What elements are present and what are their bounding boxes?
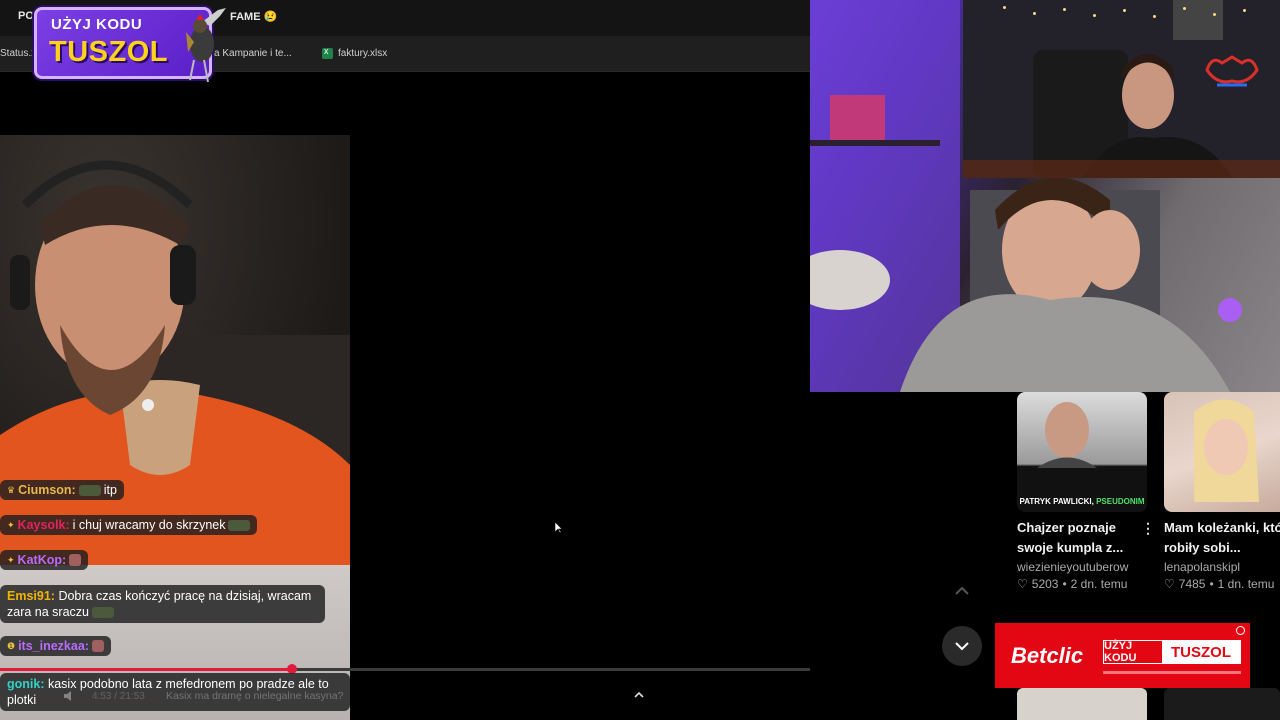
recommendation-card[interactable]: PATRYK PAWLICKI, PSEUDONIM Chajzer pozna… bbox=[1017, 392, 1155, 591]
betclic-logo: Betclic bbox=[1011, 643, 1084, 668]
promo-code: TUSZOL bbox=[49, 36, 168, 68]
channel-name[interactable]: wiezienieyoutuberow bbox=[1017, 560, 1128, 574]
video-age: 1 dn. temu bbox=[1217, 577, 1275, 591]
webcam-left bbox=[0, 135, 350, 720]
chat-text: i chuj wracamy do skrzynek bbox=[72, 518, 226, 532]
chat-username[interactable]: Ciumson: bbox=[18, 483, 76, 497]
emote-icon bbox=[228, 519, 251, 531]
video-thumbnail[interactable]: PATRYK PAWLICKI, PSEUDONIM bbox=[1017, 392, 1147, 512]
bookmark-faktury[interactable]: faktury.xlsx bbox=[322, 46, 387, 59]
ad-fine-print bbox=[1103, 671, 1241, 674]
recommendation-card[interactable]: Mam koleżanki, które robiły sobi... lena… bbox=[1164, 392, 1280, 591]
ad-code-label: UŻYJ KODU bbox=[1104, 640, 1137, 664]
thumbnail-caption: PATRYK PAWLICKI, PSEUDONIM bbox=[1019, 497, 1145, 506]
chevron-up-icon bbox=[955, 586, 969, 595]
chat-username[interactable]: gonik: bbox=[7, 677, 45, 691]
ad-close-icon[interactable] bbox=[1236, 626, 1245, 635]
emote-icon bbox=[92, 607, 115, 619]
video-caption: Kasix ma dramę o nielegalne kasyna? bbox=[160, 688, 350, 704]
channel-name[interactable]: lenapolanskipl bbox=[1164, 560, 1240, 574]
next-thumbnails bbox=[1017, 688, 1280, 720]
video-title[interactable]: Mam koleżanki, które robiły sobi... bbox=[1164, 518, 1280, 558]
emote-icon bbox=[78, 484, 101, 496]
thumbnail-figure bbox=[1037, 402, 1097, 468]
betclic-ad[interactable]: Betclic UŻYJ KODU TUSZOL bbox=[995, 623, 1250, 688]
emote-icon bbox=[69, 554, 82, 566]
thumbnail-figure bbox=[1194, 399, 1259, 502]
emote-icon bbox=[91, 640, 104, 652]
view-count: 5203 bbox=[1031, 577, 1059, 591]
chat-username[interactable]: KatKop: bbox=[18, 553, 67, 567]
more-options-icon[interactable]: ⋮ bbox=[1141, 520, 1155, 537]
chat-message: ♛ Ciumson: itp bbox=[0, 480, 124, 500]
tab-label-right[interactable]: FAME 😢 bbox=[230, 10, 277, 23]
badge-icon: ❶ bbox=[7, 640, 16, 651]
ad-code-value: TUSZOL bbox=[1162, 641, 1240, 663]
chat-username[interactable]: its_inezkaa: bbox=[18, 639, 89, 653]
time-display: 4:53 / 21:53 bbox=[92, 691, 145, 702]
chat-message: ✦ KatKop: bbox=[0, 550, 89, 570]
crown-badge-icon: ♛ bbox=[7, 484, 16, 495]
chat-message: ✦ Kaysolk: i chuj wracamy do skrzynek bbox=[0, 515, 258, 535]
ad-code-box: UŻYJ KODU TUSZOL bbox=[1103, 640, 1241, 664]
stream-screen: POT FAME 😢 Status.x a Kampanie i te... f… bbox=[0, 0, 1280, 720]
chat-username[interactable]: Emsi91: bbox=[7, 589, 55, 603]
separator: • bbox=[1209, 577, 1214, 591]
chat-message: Emsi91: Dobra czas kończyć pracę na dzis… bbox=[0, 585, 325, 623]
video-age: 2 dn. temu bbox=[1070, 577, 1128, 591]
chevron-down-icon bbox=[955, 642, 969, 651]
chevron-up-icon[interactable] bbox=[632, 689, 646, 701]
promo-line1: UŻYJ KODU bbox=[51, 16, 143, 33]
separator: • bbox=[1062, 577, 1067, 591]
chat-message: ❶ its_inezkaa: bbox=[0, 636, 111, 656]
progress-fill bbox=[0, 668, 292, 671]
view-count: 7485 bbox=[1178, 577, 1206, 591]
neon-bull-icon bbox=[1205, 55, 1259, 87]
badge-icon: ✦ bbox=[7, 554, 15, 565]
video-stats: ♡ 5203 • 2 dn. temu bbox=[1017, 577, 1127, 591]
video-title[interactable]: Chajzer poznaje swoje kumpla z... bbox=[1017, 518, 1149, 558]
webcam-right-top bbox=[963, 0, 1280, 178]
chat-username[interactable]: Kaysolk: bbox=[18, 518, 70, 532]
video-progress-bar[interactable] bbox=[0, 664, 810, 674]
video-stats: ♡ 7485 • 1 dn. temu bbox=[1164, 577, 1274, 591]
chat-text: itp bbox=[103, 483, 117, 497]
rooster-mascot-icon bbox=[186, 8, 226, 83]
excel-icon bbox=[322, 46, 333, 59]
volume-icon[interactable] bbox=[63, 690, 75, 702]
heart-icon: ♡ bbox=[1017, 577, 1028, 591]
mouse-cursor-icon bbox=[555, 522, 563, 534]
badge-icon: ✦ bbox=[7, 519, 15, 530]
video-thumbnail[interactable] bbox=[1164, 392, 1280, 512]
heart-icon: ♡ bbox=[1164, 577, 1175, 591]
scroll-down-button[interactable] bbox=[942, 626, 982, 666]
bookmark-status[interactable]: Status.x bbox=[0, 48, 36, 59]
scroll-up-button[interactable] bbox=[942, 571, 982, 611]
